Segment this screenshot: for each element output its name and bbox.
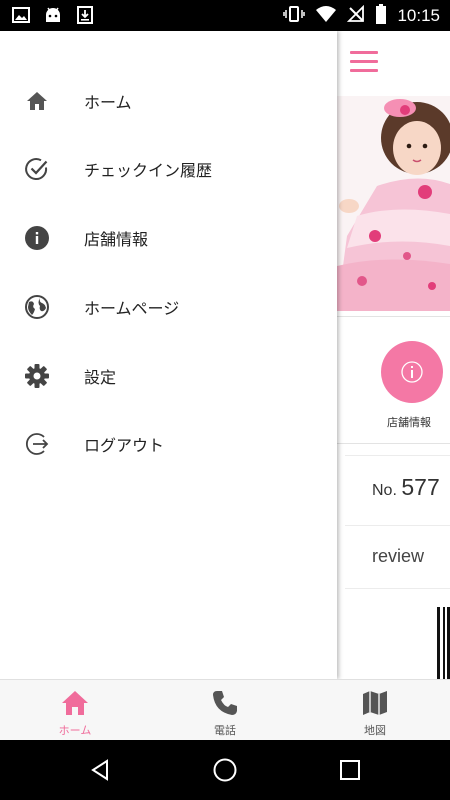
shop-info-label: 店舗情報 [387, 416, 431, 429]
home-content: 店舗情報 No. 577 review [337, 31, 450, 679]
menu-icon[interactable] [350, 51, 378, 73]
drawer-item-home[interactable]: ホーム [0, 73, 337, 129]
drawer-item-label: ホームページ [84, 299, 180, 318]
divider [345, 525, 450, 526]
system-nav-bar [0, 740, 450, 800]
phone-icon [210, 688, 240, 718]
drawer-item-label: チェックイン履歴 [84, 161, 213, 180]
divider [337, 316, 450, 317]
android-icon [44, 6, 62, 24]
tab-phone[interactable]: 電話 [150, 680, 300, 741]
drawer-item-label: ログアウト [84, 436, 165, 455]
drawer-item-label: ホーム [84, 93, 132, 112]
vibrate-icon [283, 5, 306, 27]
status-bar: 10:15 [0, 0, 450, 31]
tab-home[interactable]: ホーム [0, 680, 150, 741]
drawer-item-settings[interactable]: 設定 [0, 348, 337, 404]
circle-home-icon [213, 758, 237, 782]
divider [337, 443, 450, 444]
navigation-drawer: ホーム チェックイン履歴 店舗情報 ホームページ 設定 ログアウト [0, 31, 337, 679]
download-icon [76, 6, 94, 24]
drawer-item-label: 設定 [84, 368, 117, 387]
no-signal-icon [347, 4, 365, 27]
tab-label: ホーム [58, 724, 92, 737]
wifi-icon [315, 5, 337, 27]
check-circle-icon [23, 155, 51, 183]
image-icon [12, 6, 30, 24]
back-icon [91, 759, 108, 781]
battery-icon [375, 4, 387, 28]
recents-icon [340, 760, 360, 780]
map-icon [360, 688, 390, 718]
recents-button[interactable] [335, 755, 365, 785]
clock: 10:15 [397, 6, 440, 25]
info-icon [23, 224, 51, 252]
info-icon [401, 361, 423, 383]
tab-label: 電話 [214, 724, 236, 737]
globe-icon [23, 293, 51, 321]
drawer-item-label: 店舗情報 [84, 230, 149, 249]
tab-map[interactable]: 地図 [300, 680, 450, 741]
divider [345, 588, 450, 589]
divider [345, 455, 450, 456]
bottom-tab-bar: ホーム 電話 地図 [0, 679, 450, 740]
banner-photo [337, 96, 450, 311]
member-number-value: 577 [401, 474, 440, 500]
review-link[interactable]: review [372, 546, 424, 567]
home-icon [23, 87, 51, 115]
home-icon [60, 688, 90, 718]
drawer-item-shop-info[interactable]: 店舗情報 [0, 210, 337, 266]
drawer-item-logout[interactable]: ログアウト [0, 416, 337, 472]
barcode [437, 607, 450, 679]
member-number-prefix: No. [372, 482, 397, 499]
member-number: No. 577 [372, 474, 440, 501]
logout-icon [23, 430, 51, 458]
home-nav-button[interactable] [210, 755, 240, 785]
drawer-item-homepage[interactable]: ホームページ [0, 279, 337, 335]
gear-icon [23, 362, 51, 390]
back-button[interactable] [85, 755, 115, 785]
drawer-item-checkin-history[interactable]: チェックイン履歴 [0, 141, 337, 197]
app-screen: 店舗情報 No. 577 review ホーム チェックイン履歴 店舗情報 ホー… [0, 31, 450, 679]
tab-label: 地図 [364, 724, 386, 737]
shop-info-button[interactable] [381, 341, 443, 403]
